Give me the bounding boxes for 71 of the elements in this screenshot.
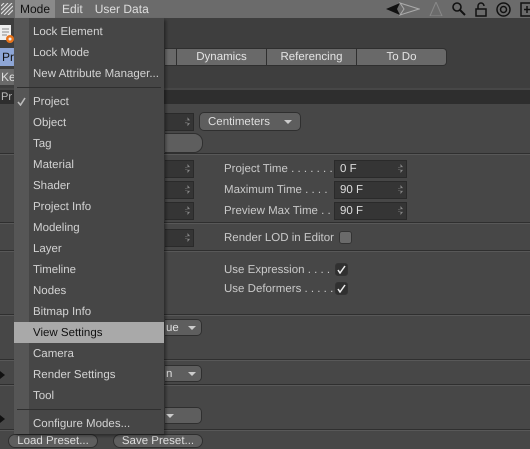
section-title: Pr: [0, 91, 12, 103]
button[interactable]: [165, 133, 203, 153]
menu-title[interactable]: Edit: [57, 0, 88, 18]
menu-item[interactable]: Timeline: [14, 259, 164, 280]
target-icon[interactable]: [496, 2, 511, 16]
number-field[interactable]: [165, 228, 194, 246]
spinner-icon[interactable]: [398, 185, 403, 194]
preset-button[interactable]: Save Preset...: [113, 434, 203, 448]
menu-item[interactable]: Bitmap Info: [14, 301, 164, 322]
caret-icon: [188, 372, 196, 376]
checkbox[interactable]: [335, 282, 348, 295]
menu-item[interactable]: View Settings: [14, 322, 164, 343]
menu-item[interactable]: Modeling: [14, 217, 164, 238]
menu-item[interactable]: New Attribute Manager...: [14, 63, 164, 84]
spinner-icon[interactable]: [185, 185, 190, 194]
checkbox[interactable]: [338, 231, 352, 244]
lock-icon[interactable]: [475, 2, 487, 16]
field-label: Project Time . . . . . . .: [224, 162, 334, 174]
tab[interactable]: Dynamics: [177, 48, 267, 66]
field-label: Use Deformers . . . . .: [224, 282, 334, 294]
field-label: Maximum Time . . . .: [224, 184, 329, 196]
dropdown[interactable]: ue: [165, 319, 202, 336]
menu-item[interactable]: Material: [14, 154, 164, 175]
time-field[interactable]: 90 F: [334, 202, 407, 220]
menu-item[interactable]: Lock Mode: [14, 42, 164, 63]
menu-item[interactable]: Shader: [14, 175, 164, 196]
search-icon[interactable]: [452, 2, 466, 16]
menu-item[interactable]: Nodes: [14, 280, 164, 301]
menu-item[interactable]: Configure Modes...: [14, 413, 164, 434]
menu-title[interactable]: User Data: [90, 0, 154, 18]
menu-item[interactable]: Tool: [14, 385, 164, 406]
spinner-icon[interactable]: [185, 233, 190, 242]
tab[interactable]: [165, 48, 177, 66]
expand-arrow-icon[interactable]: [0, 415, 5, 423]
menu-item[interactable]: Camera: [14, 343, 164, 364]
menu-item[interactable]: Render Settings: [14, 364, 164, 385]
menu-item[interactable]: Tag: [14, 133, 164, 154]
spinner-icon[interactable]: [398, 206, 403, 215]
spinner-icon[interactable]: [398, 164, 403, 173]
preset-button[interactable]: Load Preset...: [8, 434, 98, 448]
add-icon[interactable]: [520, 2, 530, 16]
document-gear-icon: [0, 24, 14, 44]
tab[interactable]: To Do: [357, 48, 447, 66]
dropdown[interactable]: n: [165, 365, 202, 382]
spinner-icon[interactable]: [185, 164, 190, 173]
field-label: Render LOD in Editor: [224, 232, 334, 244]
number-field[interactable]: [165, 112, 194, 131]
number-field[interactable]: [165, 202, 194, 220]
arrow-icon[interactable]: [386, 2, 420, 16]
tab[interactable]: Referencing: [267, 48, 357, 66]
menu-item[interactable]: Object: [14, 112, 164, 133]
menu-item[interactable]: Project Info: [14, 196, 164, 217]
tab[interactable]: Pr: [0, 48, 14, 66]
time-field[interactable]: 0 F: [334, 160, 407, 178]
caret-icon: [188, 326, 196, 330]
spinner-icon[interactable]: [185, 117, 190, 126]
menu-item[interactable]: Layer: [14, 238, 164, 259]
checkbox[interactable]: [335, 263, 348, 276]
number-field[interactable]: [165, 180, 194, 198]
caret-icon: [284, 120, 292, 124]
field-label: Preview Max Time . .: [224, 204, 332, 216]
menu-title[interactable]: Mode: [15, 0, 56, 18]
number-field[interactable]: [165, 160, 194, 178]
time-field[interactable]: 90 F: [334, 180, 407, 198]
spinner-icon[interactable]: [185, 206, 190, 215]
units-dropdown[interactable]: Centimeters: [199, 112, 301, 132]
dropdown[interactable]: [165, 407, 202, 424]
grip-icon: [1, 3, 13, 15]
menu-item[interactable]: Project: [14, 91, 164, 112]
field-label: Use Expression . . . .: [224, 264, 332, 276]
expand-arrow-icon[interactable]: [0, 371, 5, 379]
